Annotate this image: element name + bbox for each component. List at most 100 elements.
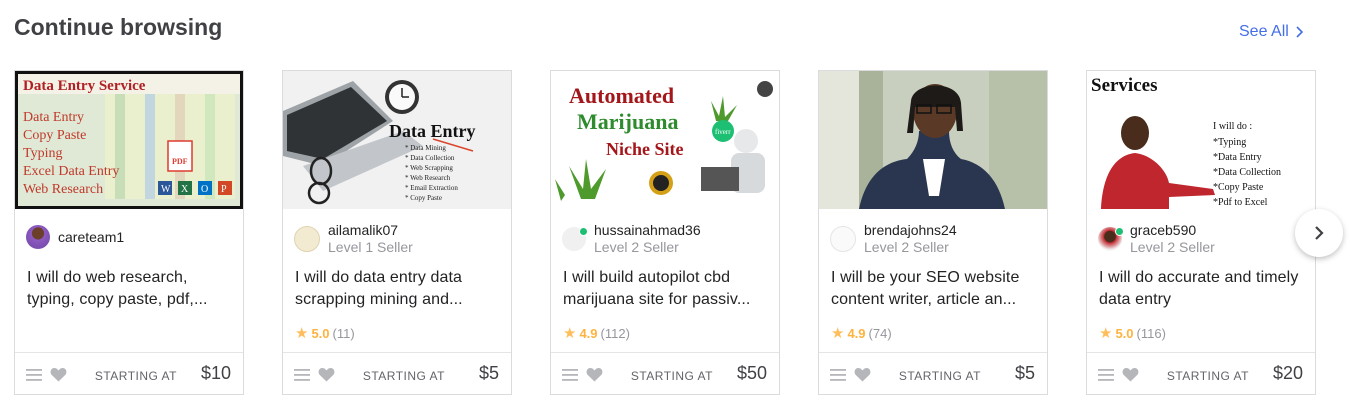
seller-level: Level 2 Seller <box>864 239 949 255</box>
menu-icon[interactable] <box>26 369 42 381</box>
section-header: Continue browsing See All <box>0 0 1350 60</box>
thumb-line: * Web Scrapping <box>405 164 453 172</box>
gig-price: $50 <box>736 363 767 383</box>
chevron-right-icon <box>1315 226 1324 240</box>
thumb-line: Web Research <box>23 182 103 197</box>
online-indicator <box>579 227 588 236</box>
seller-level: Level 2 Seller <box>1130 239 1215 255</box>
star-icon: ★ <box>295 325 309 342</box>
thumb-line: Marijuana <box>577 109 678 134</box>
seller-level: Level 2 Seller <box>594 239 679 255</box>
rating-count: (116) <box>1136 325 1166 341</box>
thumb-line: *Data Entry <box>1213 152 1262 163</box>
seller-info[interactable]: hussainahmad36 Level 2 Seller <box>562 221 701 257</box>
heart-icon[interactable] <box>318 367 335 382</box>
gig-footer: STARTING AT $5 <box>819 352 1047 395</box>
seller-avatar[interactable] <box>294 226 320 252</box>
thumb-line: *Data Collection <box>1213 167 1281 178</box>
gig-card[interactable]: Services I will do : *Typing *Data Entry… <box>1086 70 1316 395</box>
starting-at-label: STARTING AT <box>1166 369 1249 383</box>
gig-card[interactable]: Automated Marijuana Niche Site fiverr hu… <box>550 70 780 395</box>
thumb-heading: Services <box>1091 75 1157 96</box>
thumb-heading: Data Entry Service <box>23 78 146 94</box>
gig-card[interactable]: Data Entry Service Data Entry Copy Paste… <box>14 70 244 395</box>
gig-thumbnail[interactable] <box>819 71 1047 209</box>
powerpoint-icon: P <box>221 184 227 195</box>
seller-name[interactable]: hussainahmad36 <box>594 222 701 239</box>
seller-info[interactable]: graceb590 Level 2 Seller <box>1098 221 1215 257</box>
gig-title[interactable]: I will do web research, typing, copy pas… <box>27 267 233 311</box>
gig-title[interactable]: I will do data entry data scrapping mini… <box>295 267 501 311</box>
starting-at-label: STARTING AT <box>630 369 713 383</box>
rating-count: (11) <box>332 325 355 341</box>
thumb-line: * Copy Paste <box>405 194 442 202</box>
menu-icon[interactable] <box>1098 369 1114 381</box>
heart-icon[interactable] <box>1122 367 1139 382</box>
thumb-heading: Automated <box>569 83 674 108</box>
thumb-line: *Pdf to Excel <box>1213 197 1268 208</box>
seller-avatar[interactable] <box>562 227 588 251</box>
heart-icon[interactable] <box>586 367 603 382</box>
gig-card[interactable]: Data Entry * Data Mining * Data Collecti… <box>282 70 512 395</box>
starting-at-label: STARTING AT <box>94 369 177 383</box>
thumb-line: Typing <box>23 146 62 161</box>
thumb-heading: Data Entry <box>389 121 476 141</box>
seller-info[interactable]: careteam1 <box>26 219 124 255</box>
see-all-link[interactable]: See All <box>1239 23 1305 41</box>
menu-icon[interactable] <box>562 369 578 381</box>
rating-score: 4.9 <box>579 325 598 341</box>
gig-title[interactable]: I will build autopilot cbd marijuana sit… <box>563 267 769 311</box>
star-icon: ★ <box>1099 325 1113 342</box>
thumb-line: Data Entry <box>23 110 84 125</box>
seller-name[interactable]: careteam1 <box>58 229 124 246</box>
gig-rating: ★ 4.9 (74) <box>831 324 892 342</box>
rating-count: (74) <box>868 325 892 341</box>
rating-score: 5.0 <box>311 325 330 341</box>
gig-thumbnail[interactable]: Services I will do : *Typing *Data Entry… <box>1087 71 1315 209</box>
online-indicator <box>1115 227 1124 236</box>
gig-rating: ★ 5.0 (116) <box>1099 324 1166 342</box>
gig-price: $10 <box>200 363 231 383</box>
gig-title[interactable]: I will be your SEO website content write… <box>831 267 1037 311</box>
seller-avatar[interactable] <box>1098 227 1124 251</box>
seller-avatar[interactable] <box>830 226 856 252</box>
starting-at-label: STARTING AT <box>362 369 445 383</box>
see-all-label: See All <box>1239 23 1289 40</box>
thumb-line: * Data Collection <box>405 154 455 162</box>
gig-rating: ★ 5.0 (11) <box>295 324 355 342</box>
menu-icon[interactable] <box>830 369 846 381</box>
gig-footer: STARTING AT $5 <box>283 352 511 395</box>
seller-name[interactable]: graceb590 <box>1130 222 1215 239</box>
rating-score: 5.0 <box>1115 325 1134 341</box>
fiverr-logo: fiverr <box>715 128 731 136</box>
gig-thumbnail[interactable]: Data Entry * Data Mining * Data Collecti… <box>283 71 511 209</box>
gig-title[interactable]: I will do accurate and timely data entry <box>1099 267 1305 311</box>
thumb-line: *Copy Paste <box>1213 182 1264 193</box>
seller-name[interactable]: ailamalik07 <box>328 222 413 239</box>
gig-footer: STARTING AT $20 <box>1087 352 1315 395</box>
thumb-intro: I will do : <box>1213 121 1252 132</box>
seller-info[interactable]: brendajohns24 Level 2 Seller <box>830 221 957 257</box>
heart-icon[interactable] <box>50 367 67 382</box>
heart-icon[interactable] <box>854 367 871 382</box>
gig-footer: STARTING AT $50 <box>551 352 779 395</box>
rating-score: 4.9 <box>847 325 866 341</box>
thumb-line: *Typing <box>1213 137 1246 148</box>
thumb-line: * Web Research <box>405 174 451 182</box>
thumb-line: * Data Mining <box>405 144 446 152</box>
seller-name[interactable]: brendajohns24 <box>864 222 957 239</box>
seller-avatar[interactable] <box>26 225 50 249</box>
gig-thumbnail[interactable]: Data Entry Service Data Entry Copy Paste… <box>15 71 243 209</box>
chevron-right-icon <box>1296 26 1303 38</box>
gig-card[interactable]: brendajohns24 Level 2 Seller I will be y… <box>818 70 1048 395</box>
star-icon: ★ <box>831 325 845 342</box>
seller-level: Level 1 Seller <box>328 239 413 255</box>
rating-count: (112) <box>600 325 630 341</box>
carousel-next-button[interactable] <box>1295 209 1343 257</box>
menu-icon[interactable] <box>294 369 310 381</box>
excel-icon: X <box>181 184 189 195</box>
seller-info[interactable]: ailamalik07 Level 1 Seller <box>294 221 413 257</box>
gig-thumbnail[interactable]: Automated Marijuana Niche Site fiverr <box>551 71 779 209</box>
starting-at-label: STARTING AT <box>898 369 981 383</box>
pdf-badge: PDF <box>172 157 188 166</box>
